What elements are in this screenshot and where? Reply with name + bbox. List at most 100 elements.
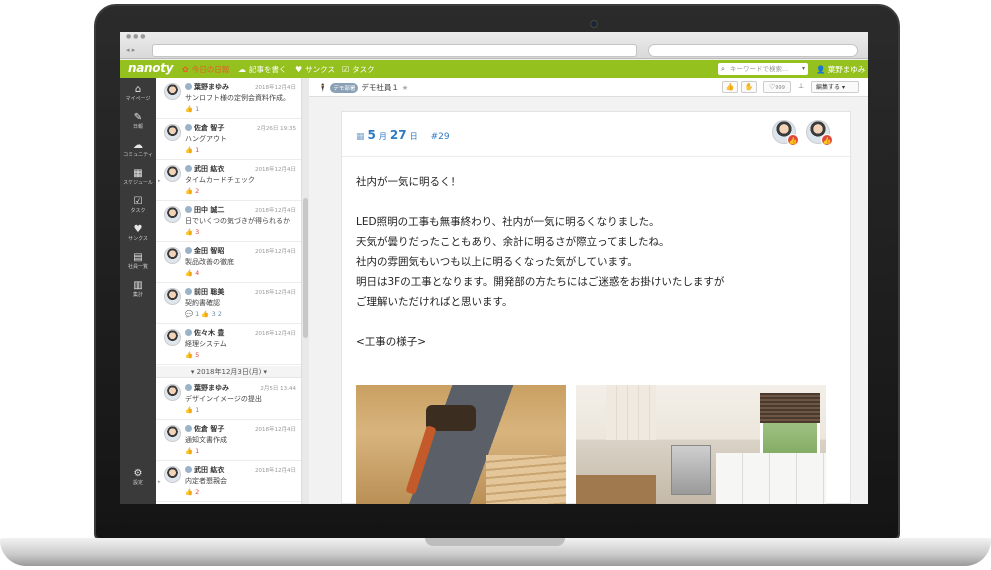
list-item[interactable]: 金田 智昭 2018年12月4日 製品改善の徹底 👍 4 <box>156 242 301 283</box>
reaction-stats: 👍 4 <box>185 269 199 277</box>
chevron-down-icon[interactable]: ▾ <box>802 63 805 75</box>
date-divider[interactable]: ▾ 2018年12月3日(月) ▾ <box>156 366 301 378</box>
list-item[interactable]: ▸ 武田 紘衣 2018年12月4日 内定者懇親会 👍 2 <box>156 461 301 502</box>
sidebar-item-mypage[interactable]: ⌂ マイページ <box>120 84 156 103</box>
department-tag[interactable]: デモ部署 <box>330 82 359 93</box>
like-count: 1 <box>195 447 200 455</box>
post-date: 2018年12月4日 <box>255 331 296 337</box>
nav-thanks[interactable]: ♥ サンクス <box>295 64 335 75</box>
post-date: ▦ 5 月 27 日 #29 <box>356 128 450 142</box>
thumbs-up-icon[interactable]: 👍 <box>185 351 193 359</box>
flower-icon: ✿ <box>182 65 189 74</box>
thumbs-up-icon[interactable]: 👍 <box>185 105 193 113</box>
search-icon: ⌕ <box>721 65 725 73</box>
list-item[interactable]: 佐々木 豊 2018年12月4日 経理システム 👍 5 <box>156 324 301 365</box>
clap-button[interactable]: ✋ <box>741 81 757 93</box>
nav-daily-report[interactable]: ✿ 今日の日報 <box>182 64 229 75</box>
badge-icon <box>185 329 192 336</box>
thumbs-up-icon[interactable]: 👍 <box>185 447 193 455</box>
sidebar-item-stats[interactable]: ▥ 集計 <box>120 280 156 299</box>
like-count: 1 <box>195 406 200 414</box>
thumbs-up-icon[interactable]: 👍 <box>185 269 193 277</box>
post-author: 🕴 デモ部署 デモ社員１ ★ <box>318 82 408 93</box>
badge-icon <box>185 124 192 131</box>
list-item[interactable]: 葉野まゆみ 2018年12月4日 サンロフト様の定例会資料作成。 👍 1 <box>156 78 301 119</box>
post-line: ご理解いただければと思います。 <box>356 296 513 308</box>
post-line: 明日は3Fの工事となります。開発部の方たちにはご迷惑をお掛けいたしますが <box>356 276 725 288</box>
browser-search[interactable] <box>648 44 858 57</box>
report-title: タイムカードチェック <box>185 176 255 184</box>
chevron-down-icon: ▾ <box>841 84 845 91</box>
sidebar: ⌂ マイページ ✎ 日報 ☁ コミュニティ ▦ スケジュール ☑ タスク ♥ サ… <box>120 78 156 504</box>
avatar[interactable]: 👍 <box>806 120 833 146</box>
report-title: 経理システム <box>185 340 227 348</box>
sidebar-item-thanks[interactable]: ♥ サンクス <box>120 224 156 243</box>
post-date: 2018年12月4日 <box>255 468 296 474</box>
window-controls[interactable]: ● ● ● <box>126 33 146 40</box>
post-date: 2018年12月4日 <box>255 290 296 296</box>
thumbs-up-icon[interactable]: 👍 <box>185 488 193 496</box>
like-count: 2 <box>195 187 200 195</box>
checkbox-icon: ☑ <box>342 65 350 74</box>
sidebar-item-schedule[interactable]: ▦ スケジュール <box>120 168 156 187</box>
thumbs-up-icon[interactable]: 👍 <box>201 310 209 318</box>
list-item[interactable]: ▸ 武田 紘衣 2018年12月4日 タイムカードチェック 👍 2 <box>156 160 301 201</box>
thanks-button[interactable]: ♡999 <box>763 81 791 93</box>
app-logo[interactable]: nanoty <box>128 61 173 75</box>
list-icon: ▤ <box>133 252 143 263</box>
thumbs-up-icon[interactable]: 👍 <box>185 406 193 414</box>
edit-icon: ✎ <box>133 112 143 123</box>
list-item[interactable]: 葉野まゆみ 2月5日 13:44 デザインイメージの提出 👍 1 <box>156 379 301 420</box>
sidebar-item-employees[interactable]: ▤ 社員一覧 <box>120 252 156 271</box>
user-menu[interactable]: 👤 葉野まゆみ <box>816 64 865 75</box>
nav-task[interactable]: ☑ タスク <box>342 64 375 75</box>
home-icon: ⌂ <box>134 84 142 95</box>
thumbs-up-icon[interactable]: 👍 <box>185 187 193 195</box>
star-icon[interactable]: ★ <box>402 84 408 92</box>
avatar <box>164 83 181 100</box>
list-item[interactable]: 佐倉 智子 2018年12月4日 通知文書作成 👍 1 <box>156 420 301 461</box>
author-name: 武田 紘衣 <box>185 465 224 475</box>
like-count: 5 <box>195 351 200 359</box>
scrollbar-thumb[interactable] <box>303 198 308 338</box>
chat-icon: ☁ <box>238 65 246 74</box>
list-item[interactable]: 前田 聡美 2018年12月4日 契約書確認 💬 1 👍 3 2 <box>156 283 301 324</box>
list-item[interactable]: 佐倉 智子 2月26日 19:35 ハングアウト 👍 1 <box>156 119 301 160</box>
sidebar-item-community[interactable]: ☁ コミュニティ <box>120 140 156 159</box>
sidebar-item-settings[interactable]: ⚙ 設定 <box>120 468 156 487</box>
kitchen-photo[interactable] <box>576 385 826 504</box>
badge-icon <box>185 466 192 473</box>
avatar <box>164 288 181 305</box>
like-button[interactable]: 👍 <box>722 81 738 93</box>
calendar-icon: ▦ <box>356 132 365 142</box>
edit-button[interactable]: 編集する ▾ <box>811 81 859 93</box>
keyword-search-input[interactable]: ⌕ キーワードで検索... ▾ <box>718 63 808 75</box>
like-count: 4 <box>195 269 200 277</box>
browser-nav-buttons[interactable]: ◂ ▸ <box>126 46 135 54</box>
pin-button[interactable]: ⊥ <box>795 81 807 93</box>
post-line: 社内の雰囲気もいつも以上に明るくなった気がしています。 <box>356 256 638 268</box>
nav-write-article[interactable]: ☁ 記事を書く <box>238 64 287 75</box>
author-name: 葉野まゆみ <box>185 82 229 92</box>
list-item[interactable]: 田中 誠二 2018年12月4日 日でいくつの気づきが得られるか 👍 3 <box>156 201 301 242</box>
thumbs-up-icon[interactable]: 👍 <box>185 146 193 154</box>
avatar[interactable]: 👍 <box>772 120 799 146</box>
reaction-stats: 👍 1 <box>185 447 199 455</box>
badge-icon <box>185 165 192 172</box>
reaction-stats: 👍 1 <box>185 406 199 414</box>
author-name-text: 武田 紘衣 <box>194 466 225 474</box>
construction-photo[interactable] <box>356 385 566 504</box>
sidebar-item-task[interactable]: ☑ タスク <box>120 196 156 215</box>
sidebar-item-label: 設定 <box>132 480 143 486</box>
address-bar[interactable] <box>152 44 637 57</box>
thumbs-up-icon[interactable]: 👍 <box>185 228 193 236</box>
badge-icon <box>185 288 192 295</box>
screen: ● ● ● ◂ ▸ nanoty ✿ 今日の日報 ☁ 記事を書く ♥ サンクス … <box>120 32 868 504</box>
feed-scrollbar[interactable] <box>302 78 309 504</box>
avatar <box>164 206 181 223</box>
comment-icon[interactable]: 💬 <box>185 310 193 318</box>
badge-icon <box>185 206 192 213</box>
author-name[interactable]: デモ社員１ <box>361 82 399 93</box>
sidebar-item-daily-report[interactable]: ✎ 日報 <box>120 112 156 131</box>
like-count: 3 2 <box>211 310 222 318</box>
